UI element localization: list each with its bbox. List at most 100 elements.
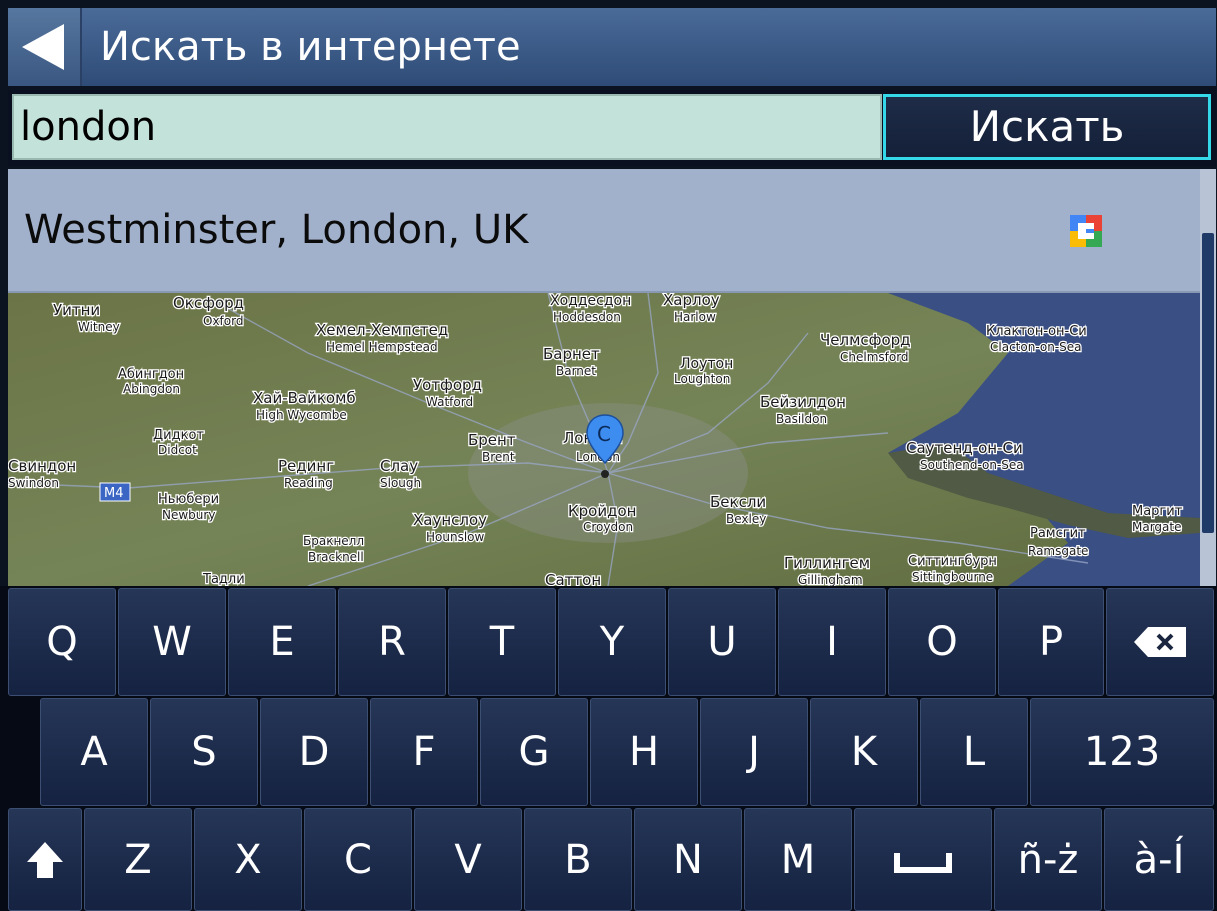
map-label: Witney <box>78 320 120 334</box>
map-label: Маргит <box>1132 504 1183 519</box>
map-canvas: Уитни Witney Оксфорд Oxford Хемел-Хемпст… <box>8 293 1200 586</box>
map-label: Watford <box>426 395 473 409</box>
map-label: Уитни <box>53 301 100 319</box>
map-label: Margate <box>1132 520 1182 534</box>
map-label: Бексли <box>710 493 766 511</box>
backspace-key[interactable] <box>1106 588 1214 696</box>
key-q[interactable]: Q <box>8 588 116 696</box>
map-label: Hounslow <box>426 530 485 544</box>
map-label: Тадли <box>202 572 245 586</box>
key-p[interactable]: P <box>998 588 1104 696</box>
map-label: Ходдесдон <box>550 293 631 309</box>
key-h[interactable]: H <box>590 698 698 806</box>
map-label: Оксфорд <box>173 294 244 312</box>
key-d[interactable]: D <box>260 698 368 806</box>
key-v[interactable]: V <box>414 808 522 911</box>
key-b[interactable]: B <box>524 808 632 911</box>
accent-key-1[interactable]: ñ-ż <box>994 808 1102 911</box>
key-t[interactable]: T <box>448 588 556 696</box>
space-bar-icon <box>894 847 952 873</box>
map-label: Кройдон <box>568 502 636 520</box>
pin-label: C <box>597 422 611 446</box>
map-label: Гиллингем <box>784 554 870 572</box>
map-label: Барнет <box>543 345 600 363</box>
numbers-key[interactable]: 123 <box>1030 698 1214 806</box>
map-label: Рамсгит <box>1030 526 1086 541</box>
map-label: Клактон-он-Си <box>986 324 1087 339</box>
page-title: Искать в интернете <box>100 24 521 70</box>
key-x[interactable]: X <box>194 808 302 911</box>
key-l[interactable]: L <box>920 698 1028 806</box>
result-label: Westminster, London, UK <box>24 207 529 253</box>
map-label: Didcot <box>158 443 197 457</box>
map-label: Хемел-Хемпстед <box>316 321 448 339</box>
map-label: Gillingham <box>798 573 863 586</box>
key-j[interactable]: J <box>700 698 808 806</box>
key-f[interactable]: F <box>370 698 478 806</box>
map-label: High Wycombe <box>256 408 347 422</box>
key-y[interactable]: Y <box>558 588 666 696</box>
key-c[interactable]: C <box>304 808 412 911</box>
key-z[interactable]: Z <box>84 808 192 911</box>
map-label: Харлоу <box>663 293 720 309</box>
map-label: Ньюбери <box>158 492 219 507</box>
map-preview[interactable]: Уитни Witney Оксфорд Oxford Хемел-Хемпст… <box>8 293 1200 586</box>
accent-key-2[interactable]: à-Í <box>1104 808 1214 911</box>
shift-arrow-icon <box>27 841 63 878</box>
map-label: Рединг <box>278 457 334 475</box>
road-badge-label: M4 <box>104 486 124 501</box>
map-label: Bexley <box>726 512 766 526</box>
back-arrow-icon <box>22 24 64 70</box>
key-g[interactable]: G <box>480 698 588 806</box>
map-label: Abingdon <box>123 382 180 396</box>
map-label: Brent <box>482 450 515 464</box>
map-label: Абингдон <box>118 367 184 382</box>
map-label: Hemel Hempstead <box>326 340 438 354</box>
map-label: Слау <box>380 457 418 475</box>
map-label: Croydon <box>583 520 633 534</box>
map-label: Бракнелл <box>303 534 364 548</box>
back-button[interactable] <box>8 8 82 86</box>
map-label: Newbury <box>162 508 215 522</box>
map-label: Саутенд-он-Си <box>906 439 1023 457</box>
key-a[interactable]: A <box>40 698 148 806</box>
map-label: Swindon <box>8 476 59 490</box>
shift-key[interactable] <box>8 808 82 911</box>
key-m[interactable]: M <box>744 808 852 911</box>
map-label: Basildon <box>776 412 827 426</box>
on-screen-keyboard: Q W E R T Y U I O P A S D F G H J K L 12… <box>0 586 1217 911</box>
key-i[interactable]: I <box>778 588 886 696</box>
key-s[interactable]: S <box>150 698 258 806</box>
map-label: Дидкот <box>153 428 204 443</box>
key-o[interactable]: O <box>888 588 996 696</box>
result-item[interactable]: Westminster, London, UK <box>8 169 1200 293</box>
key-u[interactable]: U <box>668 588 776 696</box>
map-label: Clacton-on-Sea <box>990 340 1082 354</box>
key-r[interactable]: R <box>338 588 446 696</box>
key-k[interactable]: K <box>810 698 918 806</box>
map-label: Sittingbourne <box>912 570 993 584</box>
map-label: Chelmsford <box>840 350 909 364</box>
map-label: Harlow <box>674 310 716 324</box>
map-label: Southend-on-Sea <box>920 458 1024 472</box>
scrollbar[interactable] <box>1200 169 1216 586</box>
map-label: Loughton <box>674 372 730 386</box>
google-logo-icon <box>1070 215 1102 247</box>
space-key[interactable] <box>854 808 992 911</box>
map-label: Саттон <box>545 571 601 586</box>
map-label: Slough <box>380 476 421 490</box>
key-w[interactable]: W <box>118 588 226 696</box>
search-button[interactable]: Искать <box>883 94 1211 160</box>
key-e[interactable]: E <box>228 588 336 696</box>
map-label: Свиндон <box>8 457 76 475</box>
map-label: Barnet <box>556 364 596 378</box>
search-row: london Искать <box>8 90 1216 166</box>
search-input[interactable]: london <box>12 94 882 160</box>
backspace-icon <box>1134 627 1186 657</box>
key-n[interactable]: N <box>634 808 742 911</box>
scrollbar-thumb[interactable] <box>1202 233 1214 533</box>
map-label: Бейзилдон <box>760 393 846 411</box>
map-label: Reading <box>284 476 333 490</box>
header-bar: Искать в интернете <box>8 8 1216 86</box>
map-label: Oxford <box>203 314 243 328</box>
